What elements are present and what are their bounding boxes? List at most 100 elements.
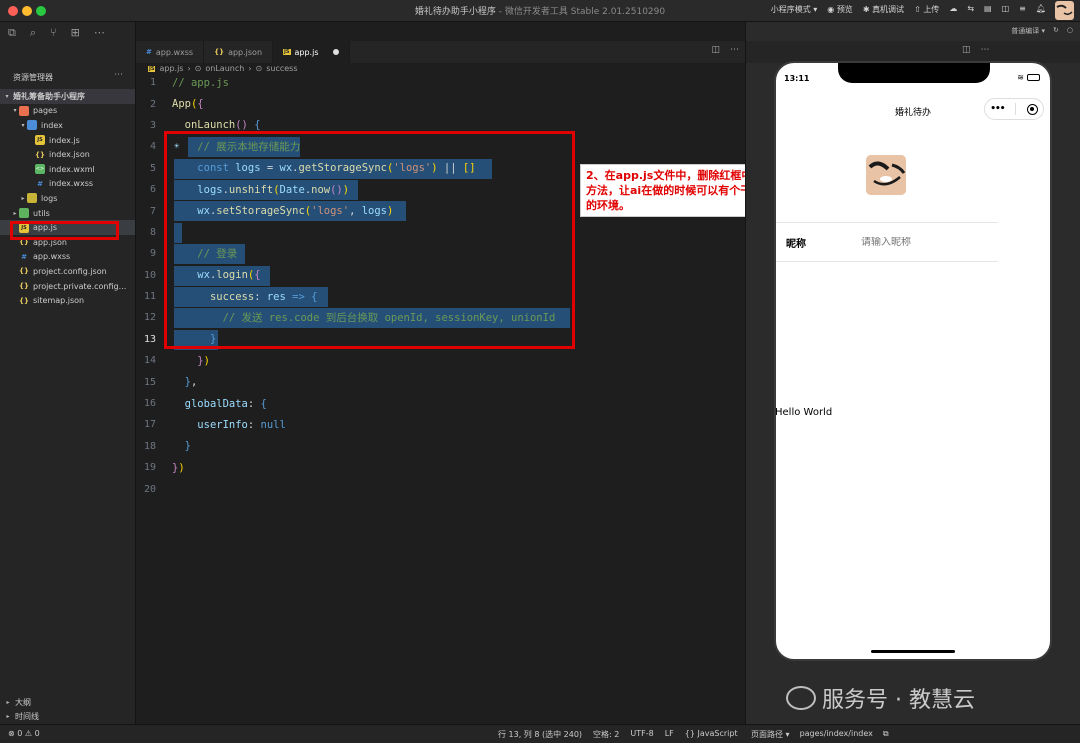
- user-avatar-image[interactable]: [866, 155, 906, 195]
- tree-item[interactable]: ▾ pages: [0, 104, 135, 119]
- upload-button[interactable]: ⇧ 上传: [914, 4, 939, 15]
- remote-debug-button[interactable]: ✱ 真机调试: [863, 4, 904, 15]
- tree-item[interactable]: ▸ utils: [0, 206, 135, 221]
- refresh-icon[interactable]: ↻: [1053, 26, 1059, 36]
- tree-item[interactable]: {} index.json: [0, 147, 135, 162]
- activity-bar: ⧉ ⌕ ⑂ ⊞ ⋯: [0, 22, 135, 48]
- chevron-down-icon: ▾: [21, 121, 25, 129]
- close-miniprogram-icon[interactable]: [1026, 103, 1038, 115]
- line-number: 15: [143, 376, 156, 388]
- line-number: 4: [149, 141, 156, 153]
- unsaved-dot-icon[interactable]: [332, 49, 339, 55]
- copy-icon[interactable]: ⧉: [883, 729, 889, 740]
- tree-root[interactable]: ▾ 婚礼筹备助手小程序: [0, 89, 135, 104]
- outline-panel[interactable]: ▸ 大纲: [0, 695, 135, 710]
- line-number: 1: [149, 77, 156, 89]
- tree-item[interactable]: # app.wxss: [0, 250, 135, 265]
- swap-icon[interactable]: ⇆: [967, 4, 974, 15]
- page-path-select[interactable]: 页面路径 ▾: [751, 729, 790, 740]
- folder-icon: [19, 105, 29, 116]
- chevron-right-icon: ▸: [6, 698, 10, 706]
- tree-item[interactable]: {} project.private.config...: [0, 279, 135, 294]
- phone-notch: [838, 63, 990, 83]
- line-number: 5: [149, 162, 156, 174]
- tree-item-label: index.json: [49, 150, 90, 160]
- folder-icon: [19, 208, 29, 219]
- language-label: JavaScript: [697, 729, 738, 738]
- cursor-position[interactable]: 行 13, 列 8 (选中 240): [498, 729, 582, 740]
- status-icons: ≋: [1017, 73, 1040, 82]
- tree-item[interactable]: ▾ index: [0, 118, 135, 133]
- explorer-more-icon[interactable]: ⋯: [114, 70, 123, 80]
- code-line: 10 wx.login({: [136, 265, 746, 286]
- css-file-icon: #: [21, 252, 27, 261]
- extensions-icon[interactable]: ⊞: [71, 26, 80, 48]
- split-editor-icon[interactable]: ◫: [711, 45, 720, 55]
- tree-item[interactable]: JS index.js: [0, 133, 135, 148]
- css-file-icon: #: [146, 48, 152, 56]
- more-actions-icon[interactable]: ⋯: [730, 45, 739, 55]
- json-file-icon: {}: [19, 296, 29, 305]
- nickname-row: 昵称: [776, 222, 998, 262]
- code-line: 14 }): [136, 350, 746, 371]
- problems-indicator[interactable]: ⊗ 0 ⚠ 0: [8, 729, 40, 738]
- tree-item-label: index.js: [49, 135, 80, 145]
- preview-button[interactable]: ◉ 预览: [827, 4, 853, 15]
- folder-icon: [27, 193, 37, 204]
- tree-item[interactable]: ▸ logs: [0, 191, 135, 206]
- explorer-header: 资源管理器: [13, 73, 53, 82]
- chevron-right-icon: ▸: [21, 194, 25, 202]
- project-name: 婚礼筹备助手小程序: [13, 91, 85, 101]
- code-line: 13 }: [136, 329, 746, 350]
- line-number: 8: [149, 226, 156, 238]
- code-line: 2 App({: [136, 93, 746, 114]
- json-file-icon: {}: [19, 282, 29, 291]
- files-icon[interactable]: ⧉: [8, 26, 16, 48]
- tab-app-wxss[interactable]: # app.wxss: [136, 41, 205, 63]
- compile-mode-select[interactable]: 普通编译 ▾: [1011, 26, 1045, 36]
- indent-setting[interactable]: 空格: 2: [593, 729, 619, 740]
- nickname-input[interactable]: [861, 236, 981, 248]
- panel-icon[interactable]: ◫: [1002, 4, 1010, 15]
- language-mode[interactable]: {} JavaScript: [685, 729, 738, 740]
- app-js-highlight: [10, 221, 119, 240]
- line-number: 9: [149, 248, 156, 260]
- title-bar: 婚礼待办助手小程序 - 微信开发者工具 Stable 2.01.2510290 …: [0, 0, 1080, 22]
- mode-select[interactable]: 小程序模式 ▾: [771, 4, 818, 15]
- lightbulb-icon[interactable]: ☀: [174, 142, 179, 152]
- cloud-icon[interactable]: ☁: [949, 4, 957, 15]
- code-area[interactable]: 1// app.js 2 App({ 3 onLaunch() { 4 // 展示…: [136, 72, 746, 500]
- tab-app-js[interactable]: JS app.js: [273, 41, 350, 63]
- css-file-icon: #: [37, 179, 43, 188]
- capsule-divider: [1015, 103, 1017, 115]
- page-path[interactable]: pages/index/index: [800, 729, 873, 740]
- tree-item[interactable]: {} project.config.json: [0, 264, 135, 279]
- json-file-icon: {}: [35, 150, 45, 159]
- bell-icon[interactable]: 🔔︎: [1036, 4, 1046, 15]
- tree-item[interactable]: # index.wxss: [0, 177, 135, 192]
- menu-icon[interactable]: ≡: [1019, 4, 1026, 15]
- tree-item[interactable]: <> index.wxml: [0, 162, 135, 177]
- tree-item[interactable]: {} sitemap.json: [0, 293, 135, 308]
- tab-label: app.js: [294, 47, 319, 57]
- remote-debug-label: 真机调试: [872, 5, 905, 14]
- hello-text: Hello World: [775, 407, 833, 418]
- sidebar-panels: ▸ 大纲 ▸ 时间线: [0, 695, 135, 724]
- json-file-icon: {}: [214, 48, 225, 56]
- timeline-panel[interactable]: ▸ 时间线: [0, 710, 135, 725]
- tab-app-json[interactable]: {} app.json: [204, 41, 274, 63]
- search-icon[interactable]: ⌕: [30, 26, 36, 48]
- encoding[interactable]: UTF-8: [630, 729, 653, 740]
- user-avatar[interactable]: [1055, 1, 1074, 20]
- more-icon[interactable]: ⋯: [94, 26, 105, 48]
- line-number: 7: [149, 205, 156, 217]
- stop-icon[interactable]: ○: [1067, 26, 1073, 36]
- tree-item-label: index.wxss: [49, 179, 94, 189]
- more-dots-icon[interactable]: •••: [990, 104, 1005, 114]
- line-ending[interactable]: LF: [665, 729, 674, 740]
- code-line: 4 // 展示本地存储能力 ☀: [136, 136, 746, 158]
- editor: # app.wxss {} app.json JS app.js ◫ ⋯ JS app…: [135, 22, 880, 724]
- source-control-icon[interactable]: ⑂: [50, 26, 57, 48]
- layout-icon[interactable]: ▤: [984, 4, 992, 15]
- toolbar: 小程序模式 ▾ ◉ 预览 ✱ 真机调试 ⇧ 上传 ☁ ⇆ ▤ ◫ ≡ 🔔︎: [771, 4, 1046, 15]
